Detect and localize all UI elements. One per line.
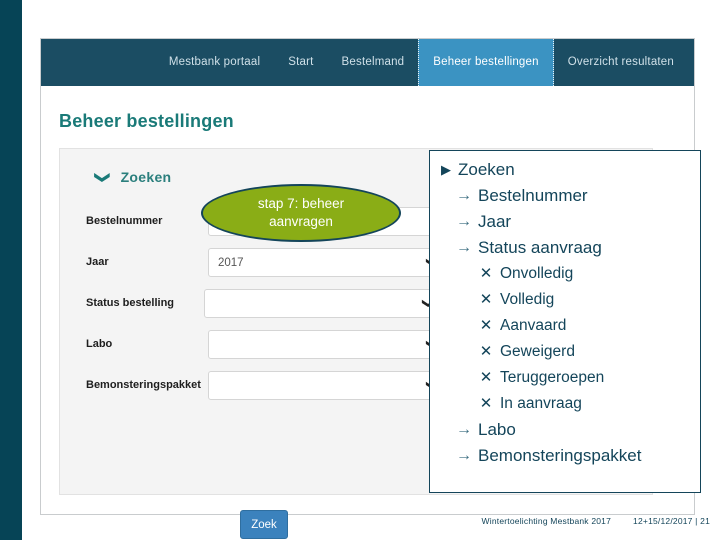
- cross-icon: ✕: [479, 265, 493, 282]
- nav-item-start[interactable]: Start: [274, 39, 327, 86]
- note-item: ▶ Zoeken: [436, 157, 696, 183]
- note-text: Status aanvraag: [478, 238, 602, 257]
- cross-icon: ✕: [479, 395, 493, 412]
- slide-footer: Wintertoelichting Mestbank 2017 12+15/12…: [0, 516, 720, 526]
- nav-item-bestelmand[interactable]: Bestelmand: [328, 39, 419, 86]
- arrow-right-icon: →: [456, 213, 472, 230]
- callout-line-1: stap 7: beheer: [257, 196, 345, 211]
- note-item: → Status aanvraag: [436, 235, 696, 261]
- note-text: Labo: [478, 420, 516, 439]
- note-item: ✕ Onvolledig: [436, 261, 696, 287]
- note-text: Teruggeroepen: [500, 369, 605, 386]
- search-panel-header[interactable]: ❯ Zoeken: [94, 169, 172, 185]
- label-jaar: Jaar: [86, 256, 109, 268]
- note-text: Volledig: [500, 291, 555, 308]
- nav-item-mestbank-portaal[interactable]: Mestbank portaal: [155, 39, 274, 86]
- main-navigation: Mestbank portaal Start Bestelmand Beheer…: [41, 39, 694, 86]
- note-item: ✕ Aanvaard: [436, 313, 696, 339]
- arrow-right-icon: →: [456, 447, 472, 464]
- note-text: Onvolledig: [500, 265, 574, 282]
- nav-item-overzicht-resultaten[interactable]: Overzicht resultaten: [554, 39, 688, 86]
- note-item: → Labo: [436, 417, 696, 443]
- label-bestelnummer: Bestelnummer: [86, 215, 163, 227]
- cross-icon: ✕: [479, 343, 493, 360]
- label-labo: Labo: [86, 338, 113, 350]
- note-text: Bemonsteringspakket: [478, 446, 642, 465]
- footer-date-page: 12+15/12/2017 | 21: [633, 516, 710, 526]
- select-jaar[interactable]: 2017 ❯: [208, 248, 448, 277]
- arrow-right-icon: →: [456, 187, 472, 204]
- nav-item-beheer-bestellingen[interactable]: Beheer bestellingen: [418, 39, 554, 86]
- select-bemonsteringspakket[interactable]: ❯: [208, 371, 448, 400]
- cross-icon: ✕: [479, 291, 493, 308]
- triangle-right-icon: ▶: [441, 162, 451, 177]
- select-labo[interactable]: ❯: [208, 330, 448, 359]
- left-accent-strip: [0, 0, 22, 540]
- callout-line-2: aanvragen: [269, 214, 333, 229]
- note-text: In aanvraag: [500, 395, 582, 412]
- label-bemonsteringspakket: Bemonsteringspakket: [86, 379, 201, 391]
- arrow-right-icon: →: [456, 239, 472, 256]
- note-text: Jaar: [478, 212, 512, 231]
- step-callout: stap 7: beheer aanvragen: [201, 184, 401, 242]
- label-status-bestelling: Status bestelling: [86, 297, 175, 309]
- note-text: Aanvaard: [500, 317, 567, 334]
- note-text: Bestelnummer: [478, 186, 588, 205]
- footer-title: Wintertoelichting Mestbank 2017: [481, 516, 612, 526]
- note-text: Geweigerd: [500, 343, 575, 360]
- search-panel-header-label: Zoeken: [120, 169, 172, 185]
- arrow-right-icon: →: [456, 421, 472, 438]
- page-title: Beheer bestellingen: [59, 111, 234, 131]
- note-item: → Bemonsteringspakket: [436, 443, 696, 469]
- left-margin: [22, 0, 40, 540]
- note-item: → Jaar: [436, 209, 696, 235]
- note-text: Zoeken: [458, 160, 515, 179]
- select-status-bestelling[interactable]: ❯: [204, 289, 444, 318]
- select-jaar-value: 2017: [218, 256, 244, 269]
- note-item: ✕ Geweigerd: [436, 339, 696, 365]
- note-item: ✕ Volledig: [436, 287, 696, 313]
- cross-icon: ✕: [479, 369, 493, 386]
- note-item: → Bestelnummer: [436, 183, 696, 209]
- chevron-down-icon[interactable]: ❯: [94, 171, 111, 184]
- note-item: ✕ Teruggeroepen: [436, 365, 696, 391]
- annotation-notes-panel: ▶ Zoeken → Bestelnummer → Jaar → Status …: [429, 150, 701, 493]
- note-item: ✕ In aanvraag: [436, 391, 696, 417]
- cross-icon: ✕: [479, 317, 493, 334]
